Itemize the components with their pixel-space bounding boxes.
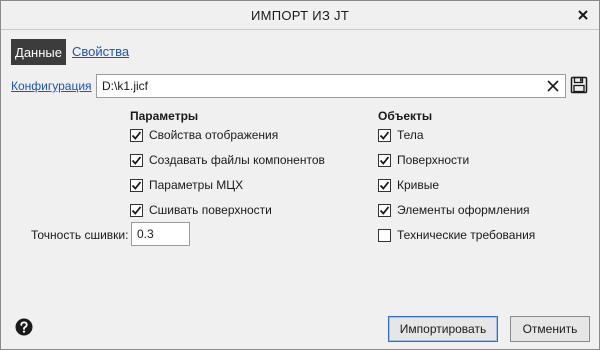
close-button[interactable] <box>573 5 593 25</box>
checkbox-surfaces[interactable]: Поверхности <box>378 151 469 169</box>
help-button[interactable] <box>15 318 33 336</box>
checkmark-icon <box>131 180 142 190</box>
checkbox-label: Создавать файлы компонентов <box>149 153 325 167</box>
help-icon <box>15 318 33 336</box>
tab-properties[interactable]: Свойства <box>72 44 129 59</box>
checkbox[interactable] <box>378 153 391 167</box>
checkbox-bodies[interactable]: Тела <box>378 126 424 144</box>
checkmark-icon <box>379 130 390 140</box>
checkmark-icon <box>131 205 142 215</box>
configuration-link[interactable]: Конфигурация <box>11 79 92 93</box>
checkmark-icon <box>379 180 390 190</box>
clear-button[interactable] <box>545 78 561 94</box>
cancel-button[interactable]: Отменить <box>510 316 590 342</box>
checkmark-icon <box>131 155 142 165</box>
dialog-title: ИМПОРТ ИЗ JT <box>250 8 350 23</box>
save-configuration-button[interactable] <box>570 76 588 94</box>
import-jt-dialog: ИМПОРТ ИЗ JT Данные Свойства Конфигураци… <box>0 0 600 350</box>
checkbox-label: Параметры МЦХ <box>149 178 244 192</box>
checkbox-label: Поверхности <box>397 153 470 167</box>
checkbox[interactable] <box>378 178 391 192</box>
save-icon <box>570 76 588 94</box>
tab-data[interactable]: Данные <box>11 39 66 65</box>
close-icon <box>578 10 588 20</box>
checkbox-technical-requirements[interactable]: Технические требования <box>378 226 535 244</box>
checkbox[interactable] <box>130 128 143 142</box>
checkbox-label: Элементы оформления <box>397 203 530 217</box>
checkmark-icon <box>131 130 142 140</box>
checkbox[interactable] <box>378 128 391 142</box>
title-bar: ИМПОРТ ИЗ JT <box>1 1 599 30</box>
checkbox[interactable] <box>130 203 143 217</box>
checkmark-icon <box>379 155 390 165</box>
checkbox-display-properties[interactable]: Свойства отображения <box>130 126 278 144</box>
checkbox-create-component-files[interactable]: Создавать файлы компонентов <box>130 151 325 169</box>
checkbox[interactable] <box>378 203 391 217</box>
checkmark-icon <box>379 205 390 215</box>
import-button[interactable]: Импортировать <box>388 316 498 342</box>
configuration-field <box>96 74 566 98</box>
objects-heading: Объекты <box>378 109 433 123</box>
checkbox-annotation-elements[interactable]: Элементы оформления <box>378 201 530 219</box>
configuration-path-input[interactable] <box>97 75 542 97</box>
checkbox-label: Сшивать поверхности <box>149 203 272 217</box>
stitch-precision-input[interactable] <box>131 222 190 246</box>
clear-icon <box>547 80 559 92</box>
checkbox-label: Технические требования <box>397 228 536 242</box>
stitch-precision-label: Точность сшивки: <box>31 228 129 242</box>
checkbox-label: Тела <box>397 128 424 142</box>
checkbox-label: Кривые <box>397 178 440 192</box>
checkbox[interactable] <box>130 153 143 167</box>
parameters-heading: Параметры <box>130 109 199 123</box>
checkbox[interactable] <box>130 178 143 192</box>
checkbox[interactable] <box>378 228 391 242</box>
checkbox-stitch-surfaces[interactable]: Сшивать поверхности <box>130 201 272 219</box>
checkbox-label: Свойства отображения <box>149 128 279 142</box>
checkbox-curves[interactable]: Кривые <box>378 176 439 194</box>
checkbox-mass-properties[interactable]: Параметры МЦХ <box>130 176 243 194</box>
